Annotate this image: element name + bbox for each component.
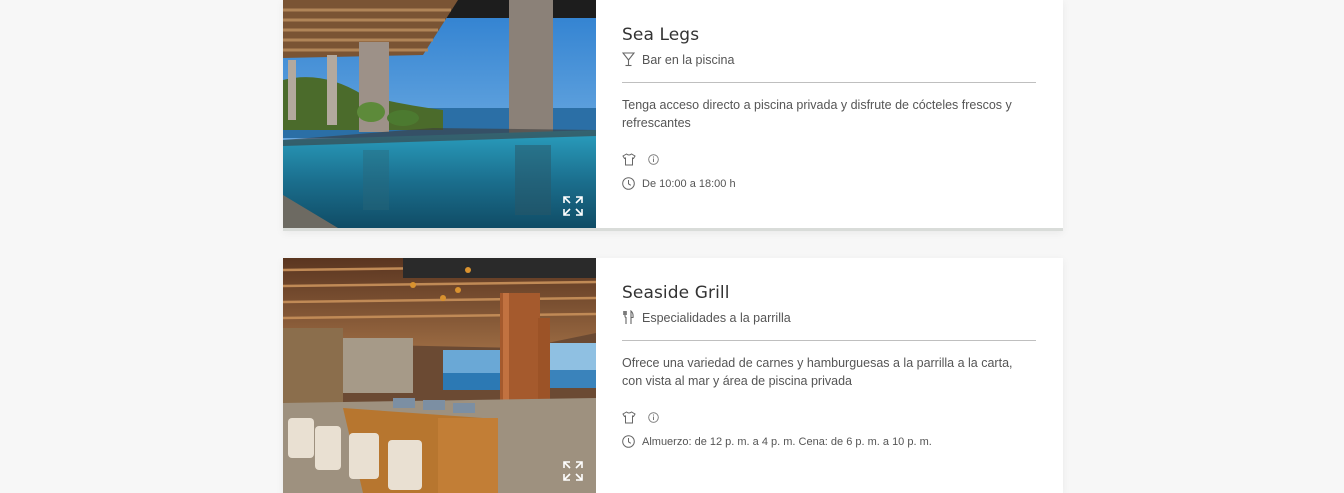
dress-code-row xyxy=(622,152,1036,166)
hours-label: De 10:00 a 18:00 h xyxy=(642,177,736,190)
fork-knife-icon xyxy=(623,310,634,324)
venue-photo[interactable] xyxy=(283,258,596,493)
venue-type: Bar en la piscina xyxy=(622,52,1036,67)
shirt-icon xyxy=(622,410,636,423)
venue-type: Especialidades a la parrilla xyxy=(622,310,1036,325)
venue-description: Ofrece una variedad de carnes y hamburgu… xyxy=(622,356,1013,388)
expand-icon[interactable] xyxy=(562,195,584,217)
divider xyxy=(622,340,1036,341)
venue-title: Sea Legs xyxy=(622,25,700,45)
cocktail-glass-icon xyxy=(622,52,635,67)
venue-type-label: Bar en la piscina xyxy=(642,52,735,67)
expand-icon[interactable] xyxy=(562,460,584,482)
divider xyxy=(622,82,1036,83)
restaurant-photo xyxy=(283,258,596,493)
venue-title: Seaside Grill xyxy=(622,283,730,303)
pool-photo xyxy=(283,0,596,228)
venue-description: Tenga acceso directo a piscina privada y… xyxy=(622,98,1012,130)
venue-info: Sea Legs Bar en la piscina Tenga acceso … xyxy=(596,0,1063,228)
clock-icon xyxy=(622,177,635,190)
venue-card: Seaside Grill Especialidades a la parril… xyxy=(283,258,1063,493)
venue-info: Seaside Grill Especialidades a la parril… xyxy=(596,258,1063,493)
info-icon[interactable] xyxy=(648,153,659,165)
venue-card: Sea Legs Bar en la piscina Tenga acceso … xyxy=(283,0,1063,231)
hours-row: De 10:00 a 18:00 h xyxy=(622,177,1036,190)
info-icon[interactable] xyxy=(648,411,659,423)
venue-type-label: Especialidades a la parrilla xyxy=(642,310,791,325)
shirt-icon xyxy=(622,152,636,165)
hours-row: Almuerzo: de 12 p. m. a 4 p. m. Cena: de… xyxy=(622,435,1036,448)
clock-icon xyxy=(622,435,635,448)
hours-label: Almuerzo: de 12 p. m. a 4 p. m. Cena: de… xyxy=(642,435,932,448)
venue-photo[interactable] xyxy=(283,0,596,228)
dress-code-row xyxy=(622,410,1036,424)
